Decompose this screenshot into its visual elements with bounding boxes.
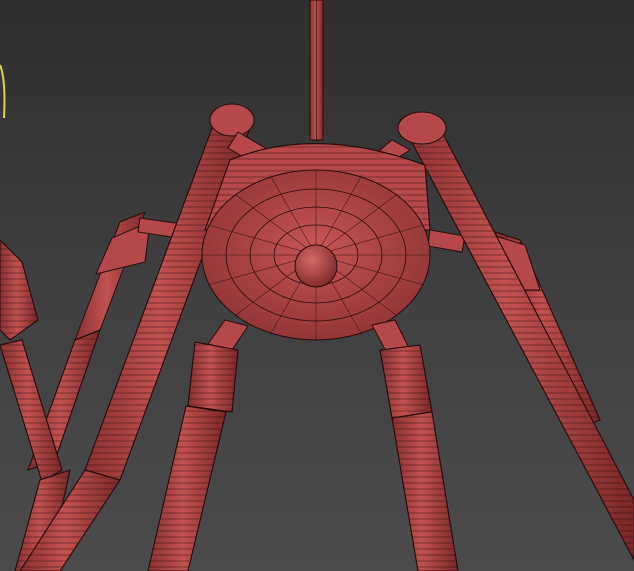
arm-group-lower: [147, 319, 459, 571]
3d-viewport[interactable]: wireframe-on-shaded: [0, 0, 634, 571]
ceiling-rod: [309, 0, 324, 141]
arm-joint: [209, 103, 255, 137]
central-hub: [201, 143, 431, 341]
arm-joint: [397, 111, 447, 145]
selection-outline: [0, 64, 6, 119]
center-finial: [294, 244, 338, 288]
scene-render[interactable]: [0, 0, 634, 571]
